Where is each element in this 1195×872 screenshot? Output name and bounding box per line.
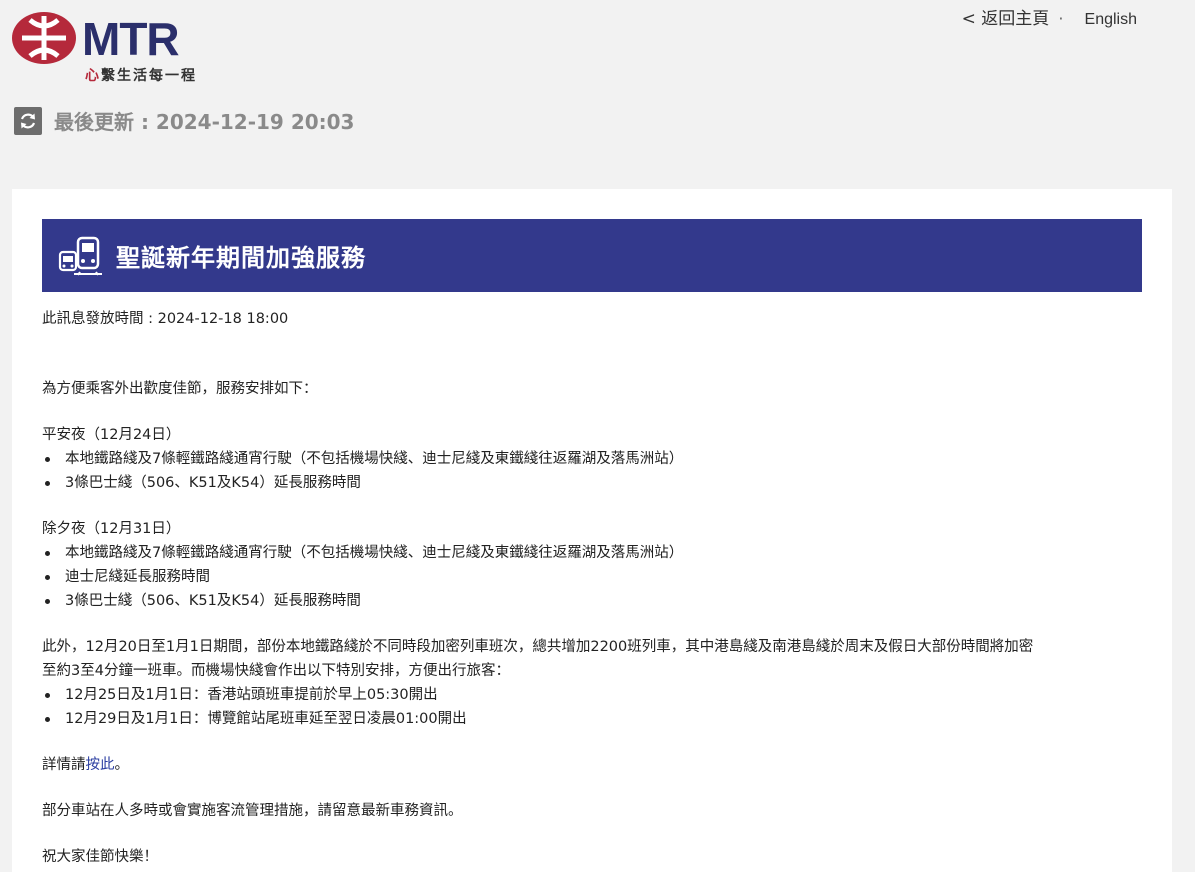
list-item: 本地鐵路綫及7條輕鐵路綫通宵行駛（不包括機場快綫、迪士尼綫及東鐵綫往返羅湖及落馬… [42,541,1142,565]
slogan-first-char: 心 [85,68,101,84]
brand-name: MTR [82,13,180,65]
list-item: 3條巴士綫（506、K51及K54）延長服務時間 [42,471,1142,495]
last-updated-bar: 最後更新 : 2024-12-19 20:03 [14,106,354,135]
bullet-list: 12月25日及1月1日：香港站頭班車提前於早上05:30開出 12月29日及1月… [42,683,1142,731]
brand-slogan: 心繫生活每一程 [85,65,197,85]
slogan-rest: 繫生活每一程 [101,68,197,84]
refresh-icon[interactable] [14,106,42,135]
extra-info-line: 此外，12月20日至1月1日期間，部份本地鐵路綫於不同時段加密列車班次，總共增加… [42,639,1034,655]
list-item: 3條巴士綫（506、K51及K54）延長服務時間 [42,589,1142,613]
list-item: 迪士尼綫延長服務時間 [42,565,1142,589]
back-home-link[interactable]: < 返回主頁 [962,9,1050,29]
details-prefix: 詳情請 [42,757,86,773]
extra-info-line: 至約3至4分鐘一班車。而機場快綫會作出以下特別安排，方便出行旅客： [42,663,510,679]
details-suffix: 。 [114,757,130,773]
list-item: 本地鐵路綫及7條輕鐵路綫通宵行駛（不包括機場快綫、迪士尼綫及東鐵綫往返羅湖及落馬… [42,447,1142,471]
section-heading: 除夕夜（12月31日） [42,521,181,537]
notice-banner: 聖誕新年期間加強服務 [42,219,1142,292]
top-nav: < 返回主頁 · English [962,4,1137,29]
list-item: 12月25日及1月1日：香港站頭班車提前於早上05:30開出 [42,683,1142,707]
english-language-link[interactable]: English [1085,11,1137,28]
bullet-list: 本地鐵路綫及7條輕鐵路綫通宵行駛（不包括機場快綫、迪士尼綫及東鐵綫往返羅湖及落馬… [42,541,1142,613]
notice-body: 此訊息發放時間 : 2024-12-18 18:00 為方便乘客外出歡度佳節，服… [42,307,1142,869]
greeting: 祝大家佳節快樂！ [42,849,158,865]
section-heading: 平安夜（12月24日） [42,427,181,443]
published-time: 此訊息發放時間 : 2024-12-18 18:00 [42,311,289,327]
mtr-emblem-icon [12,12,76,64]
intro-text: 為方便乘客外出歡度佳節，服務安排如下： [42,381,318,397]
notice-card: 聖誕新年期間加強服務 此訊息發放時間 : 2024-12-18 18:00 為方… [12,189,1172,872]
details-link[interactable]: 按此 [86,757,115,773]
mtr-logo[interactable]: MTR 心繫生活每一程 [12,12,212,86]
crowd-note: 部分車站在人多時或會實施客流管理措施，請留意最新車務資訊。 [42,803,463,819]
notice-title: 聖誕新年期間加強服務 [116,244,366,272]
list-item: 12月29日及1月1日：博覽館站尾班車延至翌日凌晨01:00開出 [42,707,1142,731]
train-bus-icon [58,236,102,276]
details-line: 詳情請按此。 [42,753,1142,777]
bullet-list: 本地鐵路綫及7條輕鐵路綫通宵行駛（不包括機場快綫、迪士尼綫及東鐵綫往返羅湖及落馬… [42,447,1142,495]
last-updated-text: 最後更新 : 2024-12-19 20:03 [54,110,355,134]
nav-separator: · [1058,9,1064,28]
